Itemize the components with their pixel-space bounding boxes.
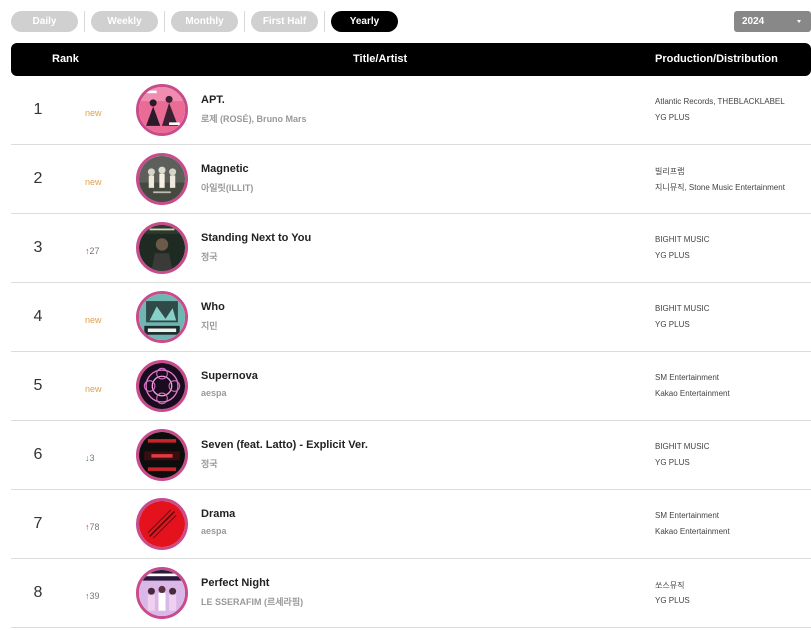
production: BIGHIT MUSIC [655,304,710,313]
song-artist[interactable]: 로제 (ROSÉ), Bruno Mars [201,112,307,125]
production: BIGHIT MUSIC [655,442,710,451]
rank-change-new: new [85,108,102,118]
album-art [139,501,185,547]
song-title[interactable]: Drama [201,508,235,520]
year-select[interactable]: 2024 [734,11,811,32]
tab-daily[interactable]: Daily [11,11,78,32]
production: SM Entertainment [655,511,720,520]
song-title[interactable]: Perfect Night [201,577,269,589]
song-title[interactable]: Supernova [201,370,258,382]
production: BIGHIT MUSIC [655,235,710,244]
rank-number: 4 [33,308,43,325]
tab-first-half[interactable]: First Half [251,11,318,32]
chevron-down-icon [797,20,801,23]
distribution: YG PLUS [655,320,690,329]
drama-album-cover[interactable] [136,498,188,550]
song-title[interactable]: Standing Next to You [201,232,311,244]
tab-divider [84,11,85,32]
perfect-night-album-cover[interactable] [136,567,188,619]
rank-change-down: ↓3 [85,453,95,463]
rank-change-text: new [85,177,102,187]
rank-change-value: 27 [89,246,100,256]
year-select-value: 2024 [742,16,765,27]
tab-divider [324,11,325,32]
song-title[interactable]: APT. [201,94,225,106]
rank-change-text: new [85,315,102,325]
rank-number: 6 [33,446,43,463]
muse-album-cover[interactable] [136,291,188,343]
song-title[interactable]: Who [201,301,225,313]
rank-change-new: new [85,315,102,325]
song-artist[interactable]: 지민 [201,319,218,332]
chart-table-body: 1 new APT. 로제 (ROSÉ), Bruno Mars Atlanti… [11,76,811,628]
distribution: YG PLUS [655,458,690,467]
tab-divider [164,11,165,32]
production: Atlantic Records, THEBLACKLABEL [655,97,785,106]
song-artist[interactable]: 정국 [201,250,218,263]
album-art [139,570,185,616]
header-title-artist: Title/Artist [353,53,408,65]
distribution: Kakao Entertainment [655,527,730,536]
table-row[interactable]: 6 ↓3 Seven (feat. Latto) - Explicit Ver.… [11,421,811,490]
table-row[interactable]: 1 new APT. 로제 (ROSÉ), Bruno Mars Atlanti… [11,76,811,145]
rank-change-up: ↑78 [85,522,100,532]
distribution: Kakao Entertainment [655,389,730,398]
seven-album-cover[interactable] [136,429,188,481]
table-row[interactable]: 5 new Supernova aespa SM Entertainment K… [11,352,811,421]
chart-table-header: Rank Title/Artist Production/Distributio… [11,43,811,76]
rank-number: 3 [33,239,43,256]
tab-weekly[interactable]: Weekly [91,11,158,32]
rank-number: 2 [33,170,43,187]
song-artist[interactable]: 아일릿(ILLIT) [201,181,253,194]
rank-number: 1 [33,101,43,118]
distribution: YG PLUS [655,113,690,122]
album-art [139,87,185,133]
tab-yearly[interactable]: Yearly [331,11,398,32]
song-artist[interactable]: aespa [201,388,227,398]
distribution: 지니뮤직, Stone Music Entertainment [655,183,785,192]
supernova-album-cover[interactable] [136,360,188,412]
distribution: YG PLUS [655,251,690,260]
song-title[interactable]: Seven (feat. Latto) - Explicit Ver. [201,439,368,451]
rank-change-text: new [85,384,102,394]
album-art [139,156,185,202]
rank-change-new: new [85,177,102,187]
header-rank: Rank [52,53,79,65]
production: 쏘스뮤직 [655,581,685,590]
song-artist[interactable]: 정국 [201,457,218,470]
table-row[interactable]: 4 new Who 지민 BIGHIT MUSIC YG PLUS [11,283,811,352]
magnetic-album-cover[interactable] [136,153,188,205]
tab-monthly[interactable]: Monthly [171,11,238,32]
rank-number: 8 [33,584,43,601]
rank-change-up: ↑27 [85,246,100,256]
album-art [139,294,185,340]
production: SM Entertainment [655,373,720,382]
album-art [139,363,185,409]
rank-change-value: 78 [89,522,100,532]
rank-number: 7 [33,515,43,532]
rank-number: 5 [33,377,43,394]
rank-change-value: 3 [89,453,95,463]
table-row[interactable]: 7 ↑78 Drama aespa SM Entertainment Kakao… [11,490,811,559]
header-production-distribution: Production/Distribution [655,53,778,65]
table-row[interactable]: 3 ↑27 Standing Next to You 정국 BIGHIT MUS… [11,214,811,283]
rank-change-up: ↑39 [85,591,100,601]
song-title[interactable]: Magnetic [201,163,249,175]
tab-divider [244,11,245,32]
production: 빌리프랩 [655,167,685,176]
rank-change-new: new [85,384,102,394]
period-tabs: Daily Weekly Monthly First Half Yearly [11,11,398,32]
apt-album-cover[interactable] [136,84,188,136]
table-row[interactable]: 2 new Magnetic 아일릿(ILLIT) 빌리프랩 지니뮤직, Sto… [11,145,811,214]
distribution: YG PLUS [655,596,690,605]
album-art [139,432,185,478]
rank-change-text: new [85,108,102,118]
table-row[interactable]: 8 ↑39 Perfect Night LE SSERAFIM (르세라핌) 쏘… [11,559,811,628]
album-art [139,225,185,271]
song-artist[interactable]: aespa [201,526,227,536]
rank-change-value: 39 [89,591,100,601]
golden-album-cover[interactable] [136,222,188,274]
song-artist[interactable]: LE SSERAFIM (르세라핌) [201,595,303,608]
